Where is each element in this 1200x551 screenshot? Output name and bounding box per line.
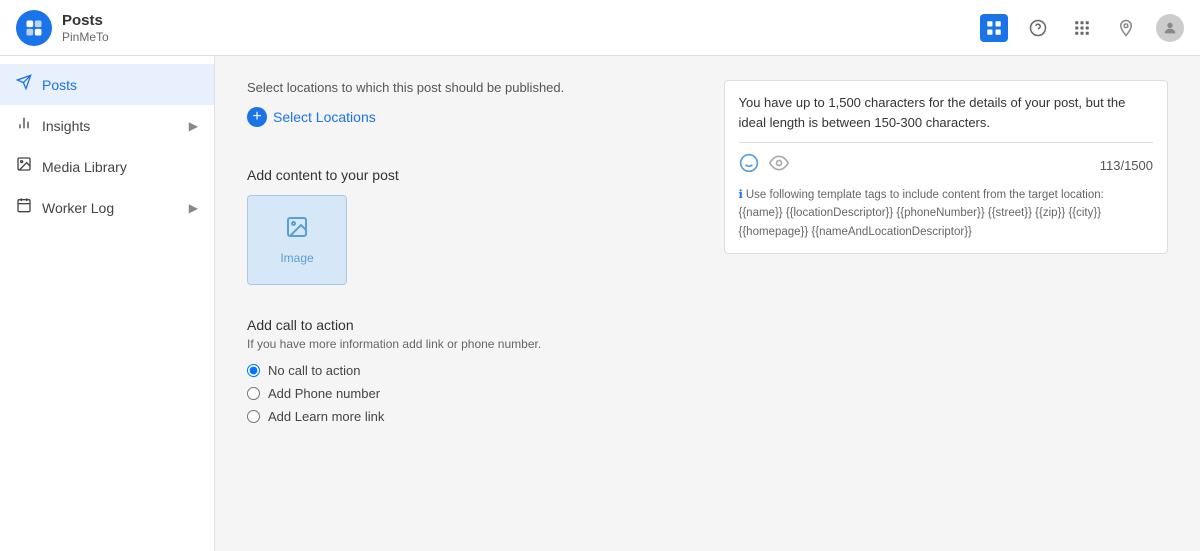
cta-learn-more-option[interactable]: Add Learn more link	[247, 409, 692, 424]
cta-section: Add call to action If you have more info…	[247, 317, 692, 424]
worker-log-chevron-icon: ▶	[189, 201, 198, 215]
right-column: You have up to 1,500 characters for the …	[724, 80, 1169, 432]
media-library-nav-icon	[16, 156, 32, 177]
eye-icon[interactable]	[769, 153, 789, 178]
brand-name: Posts	[62, 12, 109, 30]
brand-sub: PinMeTo	[62, 30, 109, 44]
cta-no-cta-option[interactable]: No call to action	[247, 363, 692, 378]
layout: Posts Insights ▶ Media Library	[0, 56, 1200, 551]
cta-phone-option[interactable]: Add Phone number	[247, 386, 692, 401]
char-toolbar: 113/1500	[739, 153, 1154, 178]
select-locations-button[interactable]: + Select Locations	[247, 107, 376, 127]
cta-phone-radio[interactable]	[247, 387, 260, 400]
cta-no-cta-label: No call to action	[268, 363, 361, 378]
posts-icon[interactable]	[980, 14, 1008, 42]
left-column: Select locations to which this post shou…	[247, 80, 692, 432]
sidebar-item-insights-label: Insights	[42, 118, 90, 134]
sidebar-item-worker-log[interactable]: Worker Log ▶	[0, 187, 214, 228]
cta-subtitle: If you have more information add link or…	[247, 337, 692, 351]
char-count: 113/1500	[1100, 158, 1153, 173]
content-grid: Select locations to which this post shou…	[247, 80, 1168, 432]
cta-learn-more-label: Add Learn more link	[268, 409, 384, 424]
sidebar-item-media-library[interactable]: Media Library	[0, 146, 214, 187]
sidebar-item-media-library-label: Media Library	[42, 159, 127, 175]
char-info-text: You have up to 1,500 characters for the …	[739, 93, 1154, 143]
add-content-section: Add content to your post Image	[247, 167, 692, 285]
help-icon[interactable]	[1024, 14, 1052, 42]
header-left: Posts PinMeTo	[16, 10, 109, 46]
image-upload-icon	[285, 215, 309, 245]
posts-nav-icon	[16, 74, 32, 95]
main-content: Select locations to which this post shou…	[215, 56, 1200, 551]
select-locations-hint: Select locations to which this post shou…	[247, 80, 692, 95]
add-content-title: Add content to your post	[247, 167, 692, 183]
cta-learn-more-radio[interactable]	[247, 410, 260, 423]
grid-icon[interactable]	[1068, 14, 1096, 42]
location-pin-icon[interactable]	[1112, 14, 1140, 42]
sidebar-item-posts[interactable]: Posts	[0, 64, 214, 105]
info-icon: ℹ	[739, 189, 743, 201]
sidebar-item-posts-label: Posts	[42, 77, 77, 93]
insights-chevron-icon: ▶	[189, 119, 198, 133]
sidebar: Posts Insights ▶ Media Library	[0, 56, 215, 551]
insights-nav-icon	[16, 115, 32, 136]
char-info-box: You have up to 1,500 characters for the …	[724, 80, 1169, 254]
header: Posts PinMeTo	[0, 0, 1200, 56]
image-upload-box[interactable]: Image	[247, 195, 347, 285]
char-toolbar-icons	[739, 153, 789, 178]
template-hint: ℹUse following template tags to include …	[739, 186, 1154, 241]
cta-no-cta-radio[interactable]	[247, 364, 260, 377]
worker-log-nav-icon	[16, 197, 32, 218]
cta-title: Add call to action	[247, 317, 692, 333]
cta-phone-label: Add Phone number	[268, 386, 380, 401]
logo-icon	[16, 10, 52, 46]
sidebar-item-insights[interactable]: Insights ▶	[0, 105, 214, 146]
sidebar-item-worker-log-label: Worker Log	[42, 200, 114, 216]
image-upload-label: Image	[280, 251, 313, 265]
smiley-icon[interactable]	[739, 153, 759, 178]
user-avatar[interactable]	[1156, 14, 1184, 42]
plus-icon: +	[247, 107, 267, 127]
select-locations-label: Select Locations	[273, 109, 376, 125]
header-right	[980, 14, 1184, 42]
brand-info: Posts PinMeTo	[62, 12, 109, 44]
